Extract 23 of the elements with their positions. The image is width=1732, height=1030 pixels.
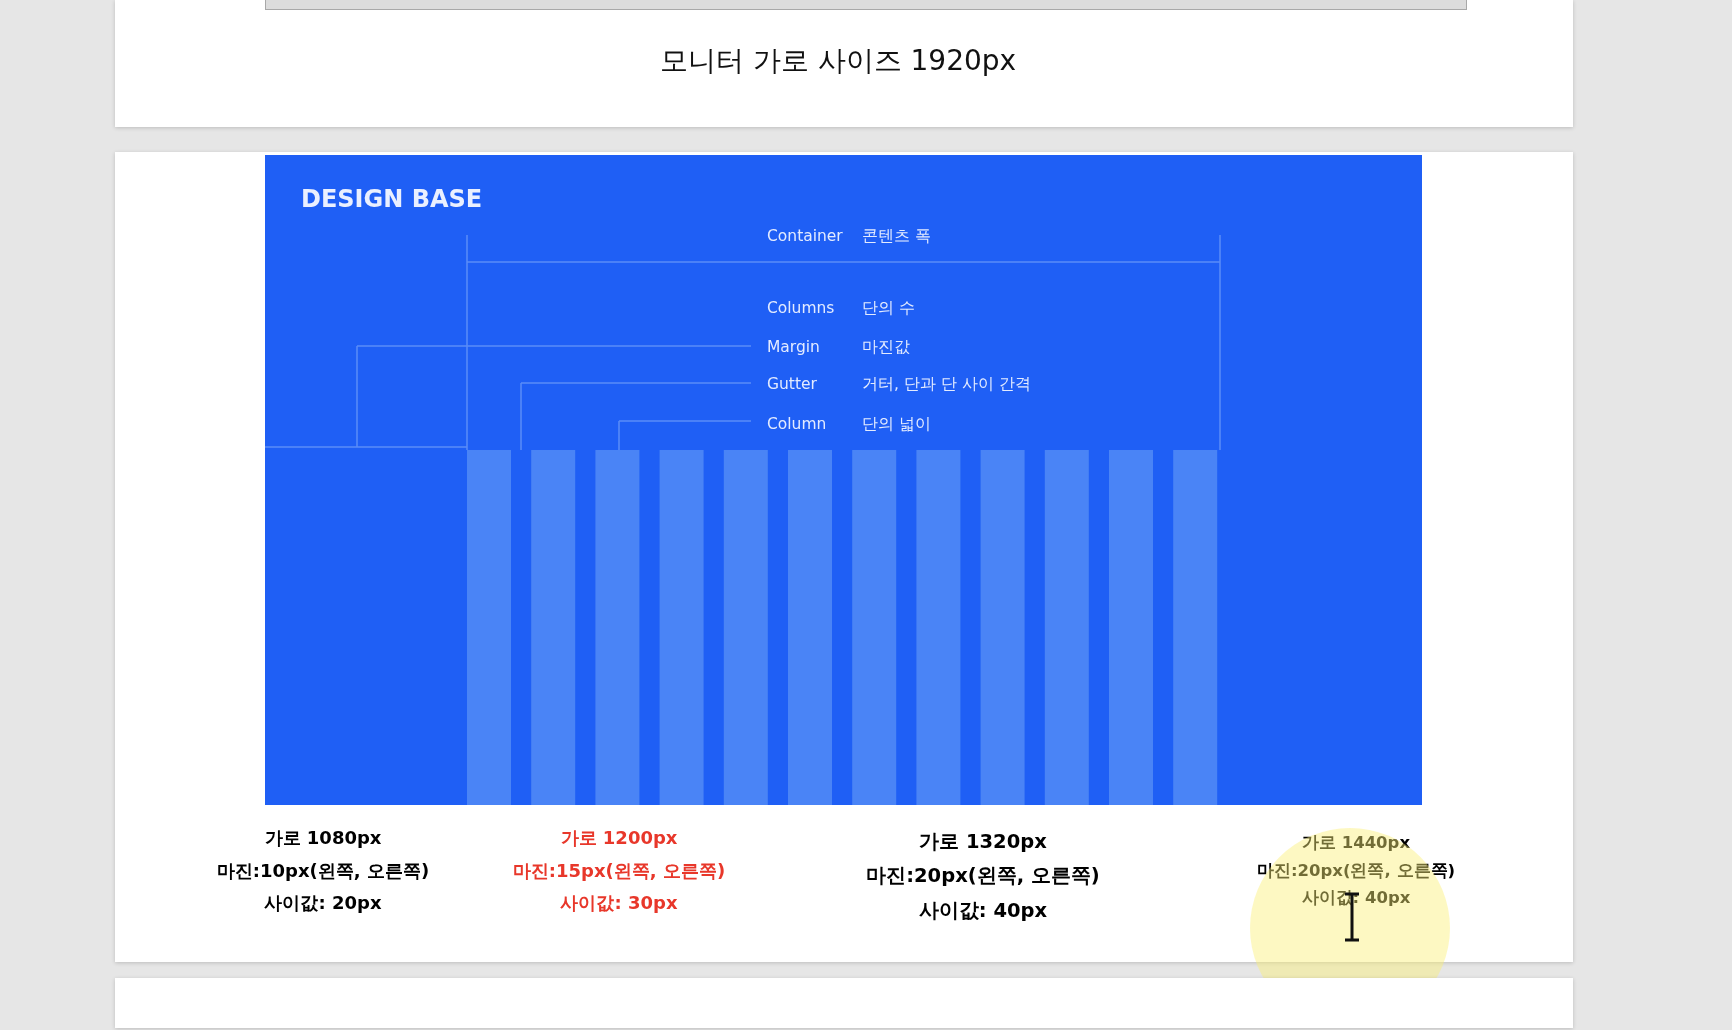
legend-term: Margin [767,338,820,356]
gutter-spec: 사이값: 20px [264,892,382,915]
diagram-title: DESIGN BASE [301,185,483,213]
width-spec: 가로 1080px [264,827,382,850]
legend-meaning: 거터, 단과 단 사이 간격 [862,375,1031,393]
legend-meaning: 콘텐츠 폭 [862,227,931,245]
legend-meaning: 단의 넓이 [862,415,931,433]
legend-term: Columns [767,299,835,317]
gutter-spec: 사이값: 40px [918,898,1048,924]
width-spec: 가로 1440px [1301,833,1411,854]
width-spec: 가로 1320px [919,830,1047,855]
legend-term: Column [767,415,827,433]
legend-term: Container [767,227,843,245]
margin-spec: 마진:10px(왼쪽, 오른쪽) [216,859,430,882]
legend-meaning: 마진값 [862,338,910,356]
width-spec: 가로 1200px [560,827,678,850]
legend-term: Gutter [767,375,817,393]
margin-spec: 마진:20px(왼쪽, 오른쪽) [866,864,1100,889]
gutter-spec: 사이값: 30px [560,892,678,915]
image-caption: 모니터 가로 사이즈 1920px [658,43,1018,79]
margin-spec: 마진:20px(왼쪽, 오른쪽) [1256,860,1456,882]
margin-spec: 마진:15px(왼쪽, 오른쪽) [512,859,726,882]
legend-meaning: 단의 수 [862,299,915,317]
